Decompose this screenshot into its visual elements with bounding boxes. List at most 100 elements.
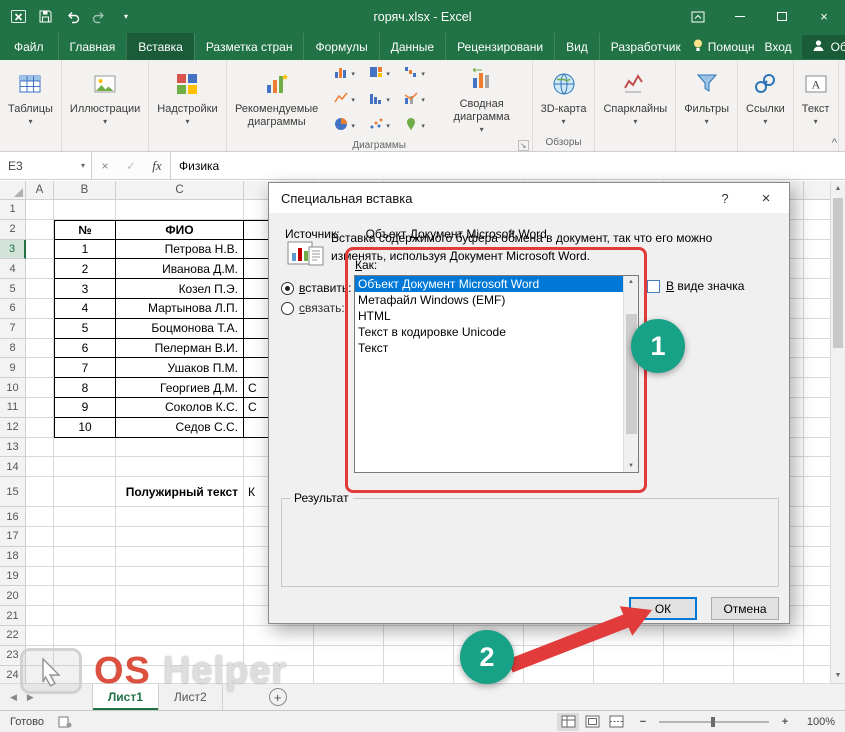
ribbon-button-illustrations[interactable]: Иллюстрации▾ <box>64 61 146 136</box>
scroll-up-icon[interactable]: ▲ <box>628 279 634 285</box>
ribbon-button-symbols[interactable]: ΩСим▾ <box>841 61 845 136</box>
ribbon-button-tables[interactable]: Таблицы▾ <box>2 61 59 136</box>
tab-page-layout[interactable]: Разметка стран <box>194 33 304 60</box>
zoom-in-button[interactable]: + <box>778 716 792 728</box>
paste-as-option[interactable]: Метафайл Windows (EMF) <box>355 292 623 308</box>
cell-B4[interactable]: 2 <box>54 259 116 279</box>
insert-function-button[interactable]: fx <box>144 152 170 179</box>
paste-as-listbox[interactable]: Объект Документ Microsoft WordМетафайл W… <box>354 275 639 473</box>
ribbon-button-sparklines[interactable]: Спарклайны▾ <box>597 61 673 136</box>
minimize-button[interactable] <box>719 0 761 33</box>
undo-button[interactable] <box>60 5 84 29</box>
dialog-close-button[interactable]: × <box>743 183 789 213</box>
ribbon-button-filters[interactable]: Фильтры▾ <box>678 61 735 136</box>
zoom-slider-thumb[interactable] <box>711 717 715 727</box>
cell-C15[interactable]: Полужирный текст <box>116 477 244 507</box>
cell-A1[interactable] <box>26 200 54 220</box>
cell-H23[interactable] <box>524 646 594 666</box>
cell-A18[interactable] <box>26 547 54 567</box>
cell-A7[interactable] <box>26 319 54 339</box>
cell-B14[interactable] <box>54 457 116 477</box>
row-header-1[interactable]: 1 <box>0 200 26 220</box>
paste-as-option[interactable]: HTML <box>355 308 623 324</box>
cell-C10[interactable]: Георгиев Д.М. <box>116 378 244 398</box>
scroll-up-icon[interactable]: ▲ <box>831 181 845 196</box>
cell-C14[interactable] <box>116 457 244 477</box>
ribbon-button-scatter-chart[interactable]: ▾ <box>368 116 390 137</box>
paste-as-option[interactable]: Объект Документ Microsoft Word <box>355 276 623 292</box>
cell-B6[interactable]: 4 <box>54 299 116 319</box>
zoom-level[interactable]: 100% <box>801 716 835 728</box>
cell-A16[interactable] <box>26 507 54 527</box>
cell-B3[interactable]: 1 <box>54 240 116 260</box>
ribbon-button-combo-chart[interactable]: ▾ <box>403 90 425 111</box>
paste-link-radio[interactable]: связать: <box>281 301 345 315</box>
sign-in-button[interactable]: Вход <box>765 40 792 54</box>
tab-view[interactable]: Вид <box>554 33 599 60</box>
cell-B13[interactable] <box>54 438 116 458</box>
ribbon-button-line-chart[interactable]: ▾ <box>333 90 355 111</box>
scroll-down-icon[interactable]: ▼ <box>628 463 634 469</box>
tab-file[interactable]: Файл <box>0 33 58 60</box>
cell-I22[interactable] <box>594 626 664 646</box>
cell-B10[interactable]: 8 <box>54 378 116 398</box>
row-header-3[interactable]: 3 <box>0 240 26 260</box>
dialog-help-button[interactable]: ? <box>707 191 743 206</box>
display-as-icon-checkbox[interactable]: В виде значка <box>647 279 744 293</box>
cell-C12[interactable]: Седов С.С. <box>116 418 244 438</box>
close-button[interactable]: × <box>803 0 845 33</box>
ribbon-button-text[interactable]: АТекст▾ <box>796 61 836 136</box>
page-layout-view-icon[interactable] <box>581 713 603 731</box>
row-header-6[interactable]: 6 <box>0 299 26 319</box>
cell-B21[interactable] <box>54 606 116 626</box>
column-header-A[interactable]: A <box>26 181 54 200</box>
cell-B20[interactable] <box>54 586 116 606</box>
paste-radio[interactable]: вставить: <box>281 281 351 295</box>
column-header-C[interactable]: C <box>116 181 244 200</box>
cell-C21[interactable] <box>116 606 244 626</box>
row-header-7[interactable]: 7 <box>0 319 26 339</box>
cell-B7[interactable]: 5 <box>54 319 116 339</box>
cell-C16[interactable] <box>116 507 244 527</box>
cell-B2[interactable]: № <box>54 220 116 240</box>
redo-button[interactable] <box>87 5 111 29</box>
ribbon-button-3d-map[interactable]: 3D-карта▾ <box>535 61 593 136</box>
cell-I23[interactable] <box>594 646 664 666</box>
cell-F22[interactable] <box>384 626 454 646</box>
cell-B15[interactable] <box>54 477 116 507</box>
tell-me-assistant[interactable]: Помощн <box>692 38 755 55</box>
cell-A21[interactable] <box>26 606 54 626</box>
zoom-out-button[interactable]: − <box>636 716 650 728</box>
cell-A13[interactable] <box>26 438 54 458</box>
zoom-slider[interactable] <box>659 721 769 723</box>
tab-review[interactable]: Рецензировани <box>445 33 554 60</box>
cell-A17[interactable] <box>26 527 54 547</box>
cell-B5[interactable]: 3 <box>54 279 116 299</box>
macro-record-icon[interactable] <box>58 716 72 728</box>
row-header-2[interactable]: 2 <box>0 220 26 240</box>
cell-C11[interactable]: Соколов К.С. <box>116 398 244 418</box>
cell-F23[interactable] <box>384 646 454 666</box>
cell-A22[interactable] <box>26 626 54 646</box>
cell-C7[interactable]: Боцмонова Т.А. <box>116 319 244 339</box>
row-header-4[interactable]: 4 <box>0 259 26 279</box>
cell-J23[interactable] <box>664 646 734 666</box>
cell-B19[interactable] <box>54 567 116 587</box>
cell-A10[interactable] <box>26 378 54 398</box>
dialog-titlebar[interactable]: Специальная вставка ? × <box>269 183 789 213</box>
cell-B17[interactable] <box>54 527 116 547</box>
cancel-entry-icon[interactable]: × <box>92 152 118 179</box>
tab-insert[interactable]: Вставка <box>126 33 194 60</box>
cell-C19[interactable] <box>116 567 244 587</box>
tab-developer[interactable]: Разработчик <box>599 33 692 60</box>
row-header-9[interactable]: 9 <box>0 358 26 378</box>
cell-A19[interactable] <box>26 567 54 587</box>
cell-A4[interactable] <box>26 259 54 279</box>
save-button[interactable] <box>33 5 57 29</box>
cell-C6[interactable]: Мартынова Л.П. <box>116 299 244 319</box>
cell-H24[interactable] <box>524 666 594 683</box>
maximize-button[interactable] <box>761 0 803 33</box>
select-all-button[interactable] <box>0 181 26 200</box>
row-header-13[interactable]: 13 <box>0 438 26 458</box>
cell-J24[interactable] <box>664 666 734 683</box>
